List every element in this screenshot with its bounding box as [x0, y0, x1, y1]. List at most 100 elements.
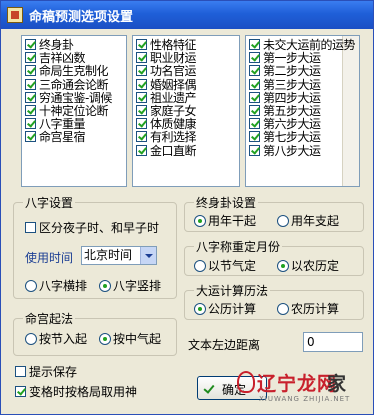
list-item-label: 第三步大运: [263, 77, 321, 92]
list-item[interactable]: 性格特征: [136, 39, 197, 52]
list-item[interactable]: 第三步大运: [249, 77, 321, 92]
list-item-label: 祖业遗产: [150, 90, 197, 105]
list-item-checkbox[interactable]: [136, 131, 147, 143]
radio-indicator[interactable]: [194, 302, 206, 315]
luck-period-list[interactable]: 未交大运前的运势 第一步大运 第二步大运 第三步大运 第四步大运 第五步大运 第六步大运 第七…: [245, 35, 360, 187]
list-item[interactable]: 第一步大运: [249, 52, 321, 65]
list-item[interactable]: 第五步大运: [249, 105, 321, 118]
list-item[interactable]: 有利选择: [136, 130, 197, 145]
radio-indicator[interactable]: [25, 332, 37, 345]
list-item[interactable]: 未交大运前的运势: [249, 38, 356, 52]
list-item-checkbox[interactable]: [25, 65, 36, 77]
list-item-checkbox[interactable]: [136, 118, 147, 130]
list-item-checkbox[interactable]: [136, 39, 147, 50]
title-bar[interactable]: 命稿预测选项设置: [1, 1, 373, 29]
window-title: 命稿预测选项设置: [29, 10, 134, 25]
list-item-checkbox[interactable]: [249, 131, 260, 143]
list-item-checkbox[interactable]: [136, 52, 147, 64]
bazi-horizontal-radio[interactable]: 八字横排: [25, 277, 87, 294]
zhongshen-title: 终身卦设置: [194, 194, 259, 211]
list-item-checkbox[interactable]: [249, 91, 260, 103]
list-item-checkbox[interactable]: [25, 39, 36, 50]
radio-indicator[interactable]: [194, 259, 206, 272]
list-item-checkbox[interactable]: [136, 78, 147, 90]
list-item[interactable]: 命宫星宿: [25, 130, 86, 145]
nongli-calc-radio[interactable]: 农历计算: [277, 300, 339, 317]
list-item-checkbox[interactable]: [249, 78, 260, 90]
geju-checkbox[interactable]: 变格时按格局取用神: [15, 383, 137, 400]
report-section-list[interactable]: 终身卦 吉祥凶数 命局生克制化 三命通会论断 穷通宝鉴-调候 十神定位论断 八字重量 命宫星宿: [21, 35, 127, 187]
list-item-label: 十神定位论断: [39, 104, 109, 118]
options-dialog: 命稿预测选项设置 终身卦 吉祥凶数 命局生克制化 三命通会论断 穷通宝鉴-调候 十神定位论…: [0, 0, 374, 415]
list-item[interactable]: 功名官运: [136, 65, 197, 78]
list-item-checkbox[interactable]: [136, 65, 147, 77]
list-item[interactable]: 祖业遗产: [136, 90, 197, 105]
bazi-vertical-radio[interactable]: 八字竖排: [99, 277, 161, 294]
list-item-label: 有利选择: [150, 130, 197, 145]
list-item[interactable]: 穷通宝鉴-调候: [25, 90, 112, 105]
list-item[interactable]: 第八步大运: [249, 144, 321, 158]
list-item-checkbox[interactable]: [136, 91, 147, 103]
list-item-checkbox[interactable]: [25, 105, 36, 116]
prompt-save-checkbox[interactable]: 提示保存: [15, 363, 77, 380]
list-item-checkbox[interactable]: [249, 105, 260, 116]
margin-input[interactable]: 0: [303, 332, 363, 352]
list-item[interactable]: 婚姻择偶: [136, 78, 197, 92]
list-item[interactable]: 命局生克制化: [25, 64, 109, 79]
by-jie-radio[interactable]: 按节入起: [25, 330, 87, 347]
year-gan-radio[interactable]: 用年干起: [194, 212, 256, 229]
list-item-label: 第四步大运: [263, 90, 321, 105]
list-item[interactable]: 金口直断: [136, 143, 197, 158]
list-item-label: 命局生克制化: [39, 64, 109, 79]
app-icon: [7, 7, 23, 23]
list-item-checkbox[interactable]: [25, 118, 36, 130]
radio-indicator[interactable]: [25, 279, 37, 292]
list-item-checkbox[interactable]: [249, 118, 260, 130]
list-item-checkbox[interactable]: [25, 78, 36, 90]
list-item[interactable]: 第四步大运: [249, 90, 321, 105]
list-item-label: 未交大运前的运势: [263, 38, 356, 52]
radio-indicator[interactable]: [99, 332, 111, 345]
radio-indicator[interactable]: [277, 214, 289, 227]
list-item-label: 第五步大运: [263, 104, 321, 118]
list-item-checkbox[interactable]: [25, 52, 36, 64]
split-zishi-box[interactable]: [25, 222, 36, 233]
minggong-title: 命宫起法: [23, 310, 76, 327]
list-item[interactable]: 体质健康: [136, 118, 197, 131]
list-item-checkbox[interactable]: [249, 144, 260, 156]
list-item-label: 金口直断: [150, 143, 197, 158]
list-item-checkbox[interactable]: [25, 91, 36, 103]
chevron-down-icon[interactable]: [140, 247, 156, 264]
list-item[interactable]: 第二步大运: [249, 65, 321, 78]
dayun-title: 大运计算历法: [194, 282, 271, 299]
nongli-month-radio[interactable]: 以农历定: [277, 257, 339, 274]
prompt-save-box[interactable]: [15, 366, 26, 377]
scrollbar[interactable]: [342, 36, 359, 186]
list-item[interactable]: 第六步大运: [249, 118, 321, 131]
jieqi-radio[interactable]: 以节气定: [194, 257, 256, 274]
radio-indicator[interactable]: [99, 279, 111, 292]
list-item-checkbox[interactable]: [249, 52, 260, 64]
split-zishi-checkbox[interactable]: 区分夜子时、和早子时: [25, 219, 159, 236]
list-item-label: 穷通宝鉴-调候: [39, 90, 112, 105]
radio-indicator[interactable]: [277, 259, 289, 272]
geju-box[interactable]: [15, 386, 26, 397]
list-item-checkbox[interactable]: [136, 144, 147, 156]
list-item-checkbox[interactable]: [25, 131, 36, 143]
by-zhongqi-radio[interactable]: 按中气起: [99, 330, 161, 347]
radio-indicator[interactable]: [194, 214, 206, 227]
list-item-checkbox[interactable]: [249, 39, 260, 50]
list-item-checkbox[interactable]: [249, 65, 260, 77]
list-item-label: 第六步大运: [263, 117, 321, 132]
list-item[interactable]: 三命通会论断: [25, 78, 109, 92]
gongli-radio[interactable]: 公历计算: [194, 300, 256, 317]
radio-indicator[interactable]: [277, 302, 289, 315]
list-item[interactable]: 第七步大运: [249, 131, 321, 144]
margin-label: 文本左边距离: [188, 338, 261, 352]
list-item-label: 命宫星宿: [39, 130, 86, 145]
personal-topic-list[interactable]: 性格特征 职业财运 功名官运 婚姻择偶 祖业遗产 家庭子女 体质健康 有利选择 金口直断: [132, 35, 240, 187]
watermark-subtext: XIUWANG ZHIJIA.NET: [259, 395, 351, 403]
time-select[interactable]: 北京时间: [81, 246, 157, 265]
list-item-checkbox[interactable]: [136, 105, 147, 116]
year-zhi-radio[interactable]: 用年支起: [277, 212, 339, 229]
